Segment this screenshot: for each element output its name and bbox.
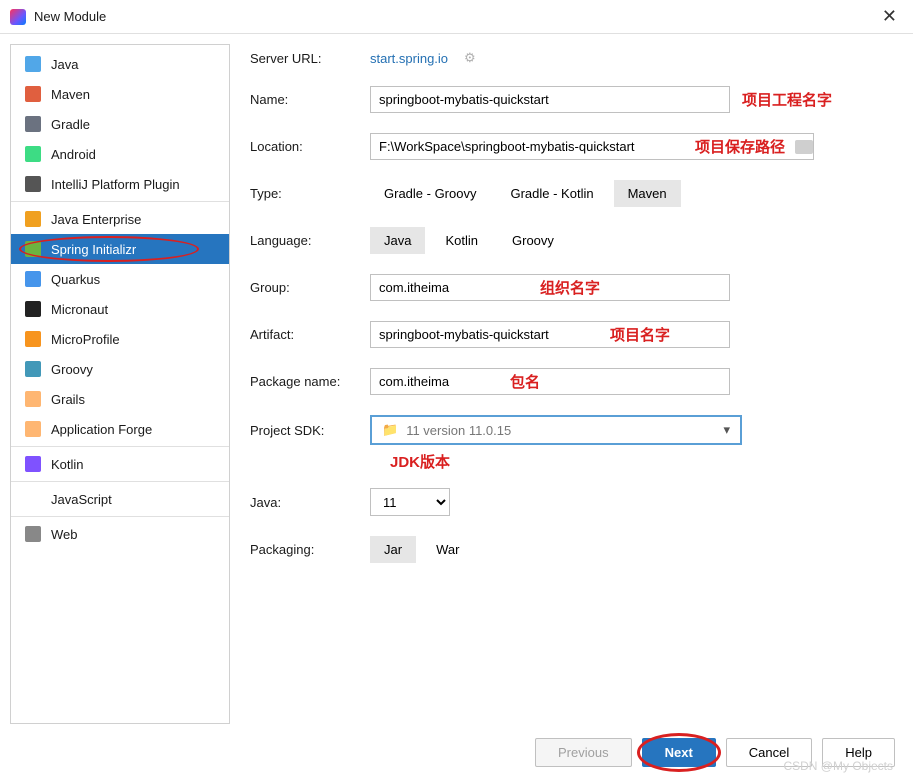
chevron-down-icon: ▾ (723, 422, 730, 438)
sidebar-item-intellij-plugin[interactable]: IntelliJ Platform Plugin (11, 169, 229, 199)
packaging-jar[interactable]: Jar (370, 536, 416, 563)
package-input[interactable] (370, 368, 730, 395)
language-toggle-group: Java Kotlin Groovy (370, 227, 893, 254)
web-icon (25, 526, 41, 542)
sidebar-item-spring-initializr[interactable]: Spring Initializr (11, 234, 229, 264)
intellij-plugin-icon (25, 176, 41, 192)
sidebar-item-grails[interactable]: Grails (11, 384, 229, 414)
window-title: New Module (34, 9, 876, 24)
type-gradle-kotlin[interactable]: Gradle - Kotlin (496, 180, 607, 207)
javascript-icon (25, 491, 41, 507)
sidebar-item-label: Spring Initializr (51, 242, 136, 257)
type-toggle-group: Gradle - Groovy Gradle - Kotlin Maven (370, 180, 893, 207)
java-version-dropdown[interactable]: 11 (370, 488, 450, 516)
location-input[interactable] (371, 134, 689, 159)
micronaut-icon (25, 301, 41, 317)
type-gradle-groovy[interactable]: Gradle - Groovy (370, 180, 490, 207)
sidebar-item-label: Java (51, 57, 78, 72)
cancel-button[interactable]: Cancel (726, 738, 812, 767)
sidebar-item-microprofile[interactable]: MicroProfile (11, 324, 229, 354)
kotlin-icon (25, 456, 41, 472)
package-label: Package name: (250, 374, 370, 389)
module-type-sidebar: Java Maven Gradle Android IntelliJ Platform … (10, 44, 230, 724)
sidebar-item-label: JavaScript (51, 492, 112, 507)
sidebar-item-label: Android (51, 147, 96, 162)
sidebar-item-label: Web (51, 527, 78, 542)
artifact-input[interactable] (370, 321, 730, 348)
location-annotation: 项目保存路径 (689, 136, 791, 157)
sidebar-item-label: Micronaut (51, 302, 108, 317)
sidebar-item-label: MicroProfile (51, 332, 120, 347)
sdk-label: Project SDK: (250, 423, 370, 438)
name-annotation: 项目工程名字 (742, 89, 832, 110)
sdk-dropdown[interactable]: 📁 11 version 11.0.15 ▾ (370, 415, 742, 445)
sidebar-item-application-forge[interactable]: Application Forge (11, 414, 229, 444)
sidebar-item-label: Kotlin (51, 457, 84, 472)
language-java[interactable]: Java (370, 227, 425, 254)
sidebar-item-gradle[interactable]: Gradle (11, 109, 229, 139)
sidebar-item-maven[interactable]: Maven (11, 79, 229, 109)
dialog-buttons: Previous Next Cancel Help (535, 738, 895, 767)
sidebar-item-micronaut[interactable]: Micronaut (11, 294, 229, 324)
location-label: Location: (250, 139, 370, 154)
microprofile-icon (25, 331, 41, 347)
sdk-annotation: JDK版本 (390, 451, 893, 472)
packaging-toggle-group: Jar War (370, 536, 893, 563)
sidebar-item-javascript[interactable]: JavaScript (11, 484, 229, 514)
previous-button[interactable]: Previous (535, 738, 632, 767)
sidebar-item-kotlin[interactable]: Kotlin (11, 449, 229, 479)
folder-small-icon: 📁 (382, 422, 398, 438)
intellij-icon (10, 9, 26, 25)
packaging-label: Packaging: (250, 542, 370, 557)
android-icon (25, 146, 41, 162)
artifact-annotation: 项目名字 (610, 324, 670, 345)
group-label: Group: (250, 280, 370, 295)
sidebar-item-java-enterprise[interactable]: Java Enterprise (11, 204, 229, 234)
sidebar-item-label: Maven (51, 87, 90, 102)
sidebar-item-android[interactable]: Android (11, 139, 229, 169)
maven-icon (25, 86, 41, 102)
grails-icon (25, 391, 41, 407)
package-annotation: 包名 (510, 371, 540, 392)
sidebar-item-web[interactable]: Web (11, 519, 229, 549)
java-icon (25, 56, 41, 72)
sidebar-item-java[interactable]: Java (11, 49, 229, 79)
sidebar-item-label: Gradle (51, 117, 90, 132)
sidebar-item-groovy[interactable]: Groovy (11, 354, 229, 384)
artifact-label: Artifact: (250, 327, 370, 342)
form-panel: Server URL: start.spring.io ⚙ Name: 项目工程… (240, 34, 913, 734)
sdk-value: 11 version 11.0.15 (406, 423, 511, 438)
sidebar-item-label: Java Enterprise (51, 212, 141, 227)
title-bar: New Module ✕ (0, 0, 913, 34)
sidebar-item-label: IntelliJ Platform Plugin (51, 177, 180, 192)
server-url-link[interactable]: start.spring.io (370, 51, 448, 66)
sidebar-item-label: Application Forge (51, 422, 152, 437)
java-enterprise-icon (25, 211, 41, 227)
gear-icon[interactable]: ⚙ (464, 50, 476, 66)
sidebar-item-quarkus[interactable]: Quarkus (11, 264, 229, 294)
language-label: Language: (250, 233, 370, 248)
name-input[interactable] (370, 86, 730, 113)
next-button[interactable]: Next (642, 738, 716, 767)
language-groovy[interactable]: Groovy (498, 227, 568, 254)
spring-initializr-icon (25, 241, 41, 257)
gradle-icon (25, 116, 41, 132)
help-button[interactable]: Help (822, 738, 895, 767)
server-url-label: Server URL: (250, 51, 370, 66)
java-label: Java: (250, 495, 370, 510)
application-forge-icon (25, 421, 41, 437)
sidebar-item-label: Groovy (51, 362, 93, 377)
close-icon[interactable]: ✕ (876, 6, 903, 27)
packaging-war[interactable]: War (422, 536, 473, 563)
type-label: Type: (250, 186, 370, 201)
language-kotlin[interactable]: Kotlin (431, 227, 492, 254)
sidebar-item-label: Grails (51, 392, 85, 407)
folder-icon[interactable] (795, 140, 813, 154)
quarkus-icon (25, 271, 41, 287)
groovy-icon (25, 361, 41, 377)
sidebar-item-label: Quarkus (51, 272, 100, 287)
group-annotation: 组织名字 (540, 277, 600, 298)
name-label: Name: (250, 92, 370, 107)
type-maven[interactable]: Maven (614, 180, 681, 207)
